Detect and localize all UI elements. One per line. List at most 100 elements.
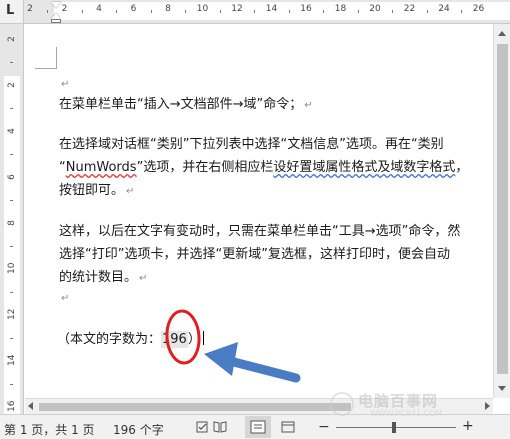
empty-paragraph: ↵ bbox=[59, 289, 69, 307]
paragraph-2-line-2: “NumWords”选项，并在右侧相应栏设好置域属性格式及域数字格式， bbox=[59, 159, 468, 176]
ruler-minor-tick bbox=[10, 200, 13, 201]
ruler-tick-label: 10 bbox=[196, 4, 209, 14]
watermark-logo-icon bbox=[330, 392, 354, 416]
paragraph-text: 的统计数目。 bbox=[59, 270, 138, 285]
scroll-up-button[interactable] bbox=[496, 27, 509, 40]
paragraph-text: 按钮即可。 bbox=[59, 183, 125, 198]
ruler-tick-label: 20 bbox=[369, 4, 381, 14]
ruler-minor-tick bbox=[426, 10, 428, 13]
paragraph-3-line-2: 选择“打印”选项卡，并选择“更新域”复选框，这样打印时，便会自动 bbox=[59, 246, 450, 263]
web-layout-icon[interactable] bbox=[281, 420, 295, 433]
paragraph-1: 在菜单栏单击“插入→文档部件→域”命令； ↵ bbox=[59, 96, 313, 114]
word-count-status[interactable]: 196 个字 bbox=[113, 421, 164, 438]
ruler-minor-tick bbox=[323, 10, 325, 13]
empty-paragraph: ↵ bbox=[59, 75, 69, 93]
paragraph-2-line-3: 按钮即可。 ↵ bbox=[59, 182, 134, 200]
paragraph-mark: ↵ bbox=[139, 273, 148, 284]
paragraph-mark: ↵ bbox=[61, 79, 70, 90]
field-value: 196 bbox=[162, 332, 187, 347]
ruler-tick-label: 6 bbox=[7, 174, 17, 180]
horizontal-scroll-thumb[interactable] bbox=[39, 403, 351, 411]
paragraph-text: ”选项，并在右侧相应栏 bbox=[136, 160, 274, 175]
ruler-minor-tick bbox=[185, 10, 187, 13]
ruler-minor-tick bbox=[10, 154, 13, 155]
ruler-minor-tick bbox=[116, 10, 118, 13]
ruler-tick-label: 22 bbox=[403, 4, 416, 14]
ruler-minor-tick bbox=[10, 292, 13, 293]
left-indent-marker[interactable] bbox=[51, 19, 61, 23]
quote-mark: “ bbox=[59, 160, 66, 175]
ruler-tick-label: 10 bbox=[7, 262, 17, 274]
ruler-minor-tick bbox=[10, 108, 13, 109]
ruler-minor-tick bbox=[357, 10, 359, 13]
zoom-out-button[interactable]: − bbox=[318, 419, 330, 435]
ruler-tick-label: 6 bbox=[130, 4, 137, 14]
paragraph-mark: ↵ bbox=[304, 100, 313, 111]
ruler-tick-label: 24 bbox=[438, 4, 450, 14]
vertical-scrollbar[interactable] bbox=[493, 24, 510, 398]
page-number-status[interactable]: 第 1 页，共 1 页 bbox=[4, 421, 95, 438]
ruler-tick-label: 4 bbox=[7, 128, 17, 134]
paragraph-mark: ↵ bbox=[126, 186, 135, 197]
tab-selector[interactable]: L bbox=[0, 0, 24, 24]
vertical-scroll-thumb[interactable] bbox=[497, 44, 508, 374]
count-prefix: （本文的字数为： bbox=[57, 332, 162, 347]
ruler-tick-label: 16 bbox=[7, 400, 17, 412]
tab-selector-label: L bbox=[6, 3, 15, 18]
ruler-minor-tick bbox=[10, 338, 13, 339]
text-cursor bbox=[202, 331, 204, 345]
paragraph-text: 这样，以后在文字有变动时，只需在菜单栏单击“工具→选项”命令，然 bbox=[59, 224, 461, 239]
paragraph-text: 在选择域对话框“类别”下拉列表中选择“文档信息”选项。再在“类别 bbox=[59, 137, 444, 152]
numwords-field[interactable]: 196 bbox=[161, 331, 188, 348]
read-mode-icon[interactable] bbox=[213, 420, 227, 433]
print-layout-button[interactable] bbox=[245, 416, 271, 438]
scroll-left-icon[interactable] bbox=[28, 402, 33, 410]
paragraph-text: 在菜单栏单击“插入→文档部件→域”命令； bbox=[59, 97, 303, 112]
ruler-tick-label: 12 bbox=[231, 4, 243, 14]
site-watermark: 电脑百事网 WWW.PC841.COM bbox=[330, 390, 510, 430]
spelling-error-word: NumWords bbox=[65, 160, 137, 175]
paragraph-text: ， bbox=[455, 160, 469, 175]
watermark-text: 电脑百事网 bbox=[358, 392, 439, 410]
ruler-minor-tick bbox=[392, 10, 394, 13]
paragraph-mark: ↵ bbox=[61, 293, 70, 304]
print-layout-icon bbox=[250, 420, 266, 434]
ruler-tick-label: 2 bbox=[27, 4, 33, 14]
ruler-minor-tick bbox=[288, 10, 290, 13]
ruler-tick-label: 2 bbox=[61, 4, 68, 14]
word-count-paragraph: （本文的字数为：196） bbox=[57, 331, 204, 348]
document-page[interactable]: ↵ 在菜单栏单击“插入→文档部件→域”命令； ↵ 在选择域对话框“类别”下拉列表中… bbox=[25, 25, 493, 414]
ruler-minor-tick bbox=[219, 10, 221, 13]
ruler-tick-label: 18 bbox=[334, 4, 347, 14]
ruler-minor-tick bbox=[461, 10, 463, 13]
grammar-error-phrase: 设好置域属性格式及域数字格式 bbox=[273, 160, 456, 175]
ruler-tick-label: 8 bbox=[7, 220, 17, 226]
ruler-tick-label: 8 bbox=[165, 4, 171, 14]
arrow-up-icon bbox=[498, 31, 506, 36]
ruler-tick-label: 4 bbox=[96, 4, 102, 14]
count-suffix: ） bbox=[187, 332, 201, 347]
ruler-tick-label: 16 bbox=[300, 4, 312, 14]
margin-corner-mark bbox=[35, 47, 57, 69]
horizontal-ruler[interactable]: 2 2 4 6 8 10 12 14 16 18 20 22 24 26 bbox=[24, 0, 510, 24]
proofing-icon[interactable] bbox=[196, 421, 210, 433]
ruler-tick-label: 12 bbox=[7, 308, 17, 320]
ruler-tick-label: 14 bbox=[7, 354, 17, 366]
ruler-minor-tick bbox=[47, 10, 49, 13]
paragraph-3-line-1: 这样，以后在文字有变动时，只需在菜单栏单击“工具→选项”命令，然 bbox=[59, 223, 460, 240]
ruler-minor-tick bbox=[254, 10, 256, 13]
ruler-minor-tick bbox=[81, 10, 83, 13]
ruler-minor-tick bbox=[150, 10, 152, 13]
first-line-indent-marker[interactable] bbox=[51, 2, 61, 8]
paragraph-2-line-1: 在选择域对话框“类别”下拉列表中选择“文档信息”选项。再在“类别 bbox=[59, 136, 444, 153]
watermark-url: WWW.PC841.COM bbox=[370, 409, 443, 418]
paragraph-3-line-3: 的统计数目。 ↵ bbox=[59, 269, 147, 287]
ruler-tick-label: 14 bbox=[265, 4, 278, 14]
vertical-ruler[interactable]: 2 2 4 6 8 10 12 14 16 bbox=[0, 24, 24, 414]
ruler-minor-tick bbox=[10, 62, 13, 63]
ruler-minor-tick bbox=[10, 246, 13, 247]
ruler-minor-tick bbox=[10, 384, 13, 385]
ruler-tick-label: 2 bbox=[7, 36, 17, 42]
ruler-tick-label: 2 bbox=[7, 82, 17, 88]
ruler-tick-label: 26 bbox=[472, 4, 485, 14]
